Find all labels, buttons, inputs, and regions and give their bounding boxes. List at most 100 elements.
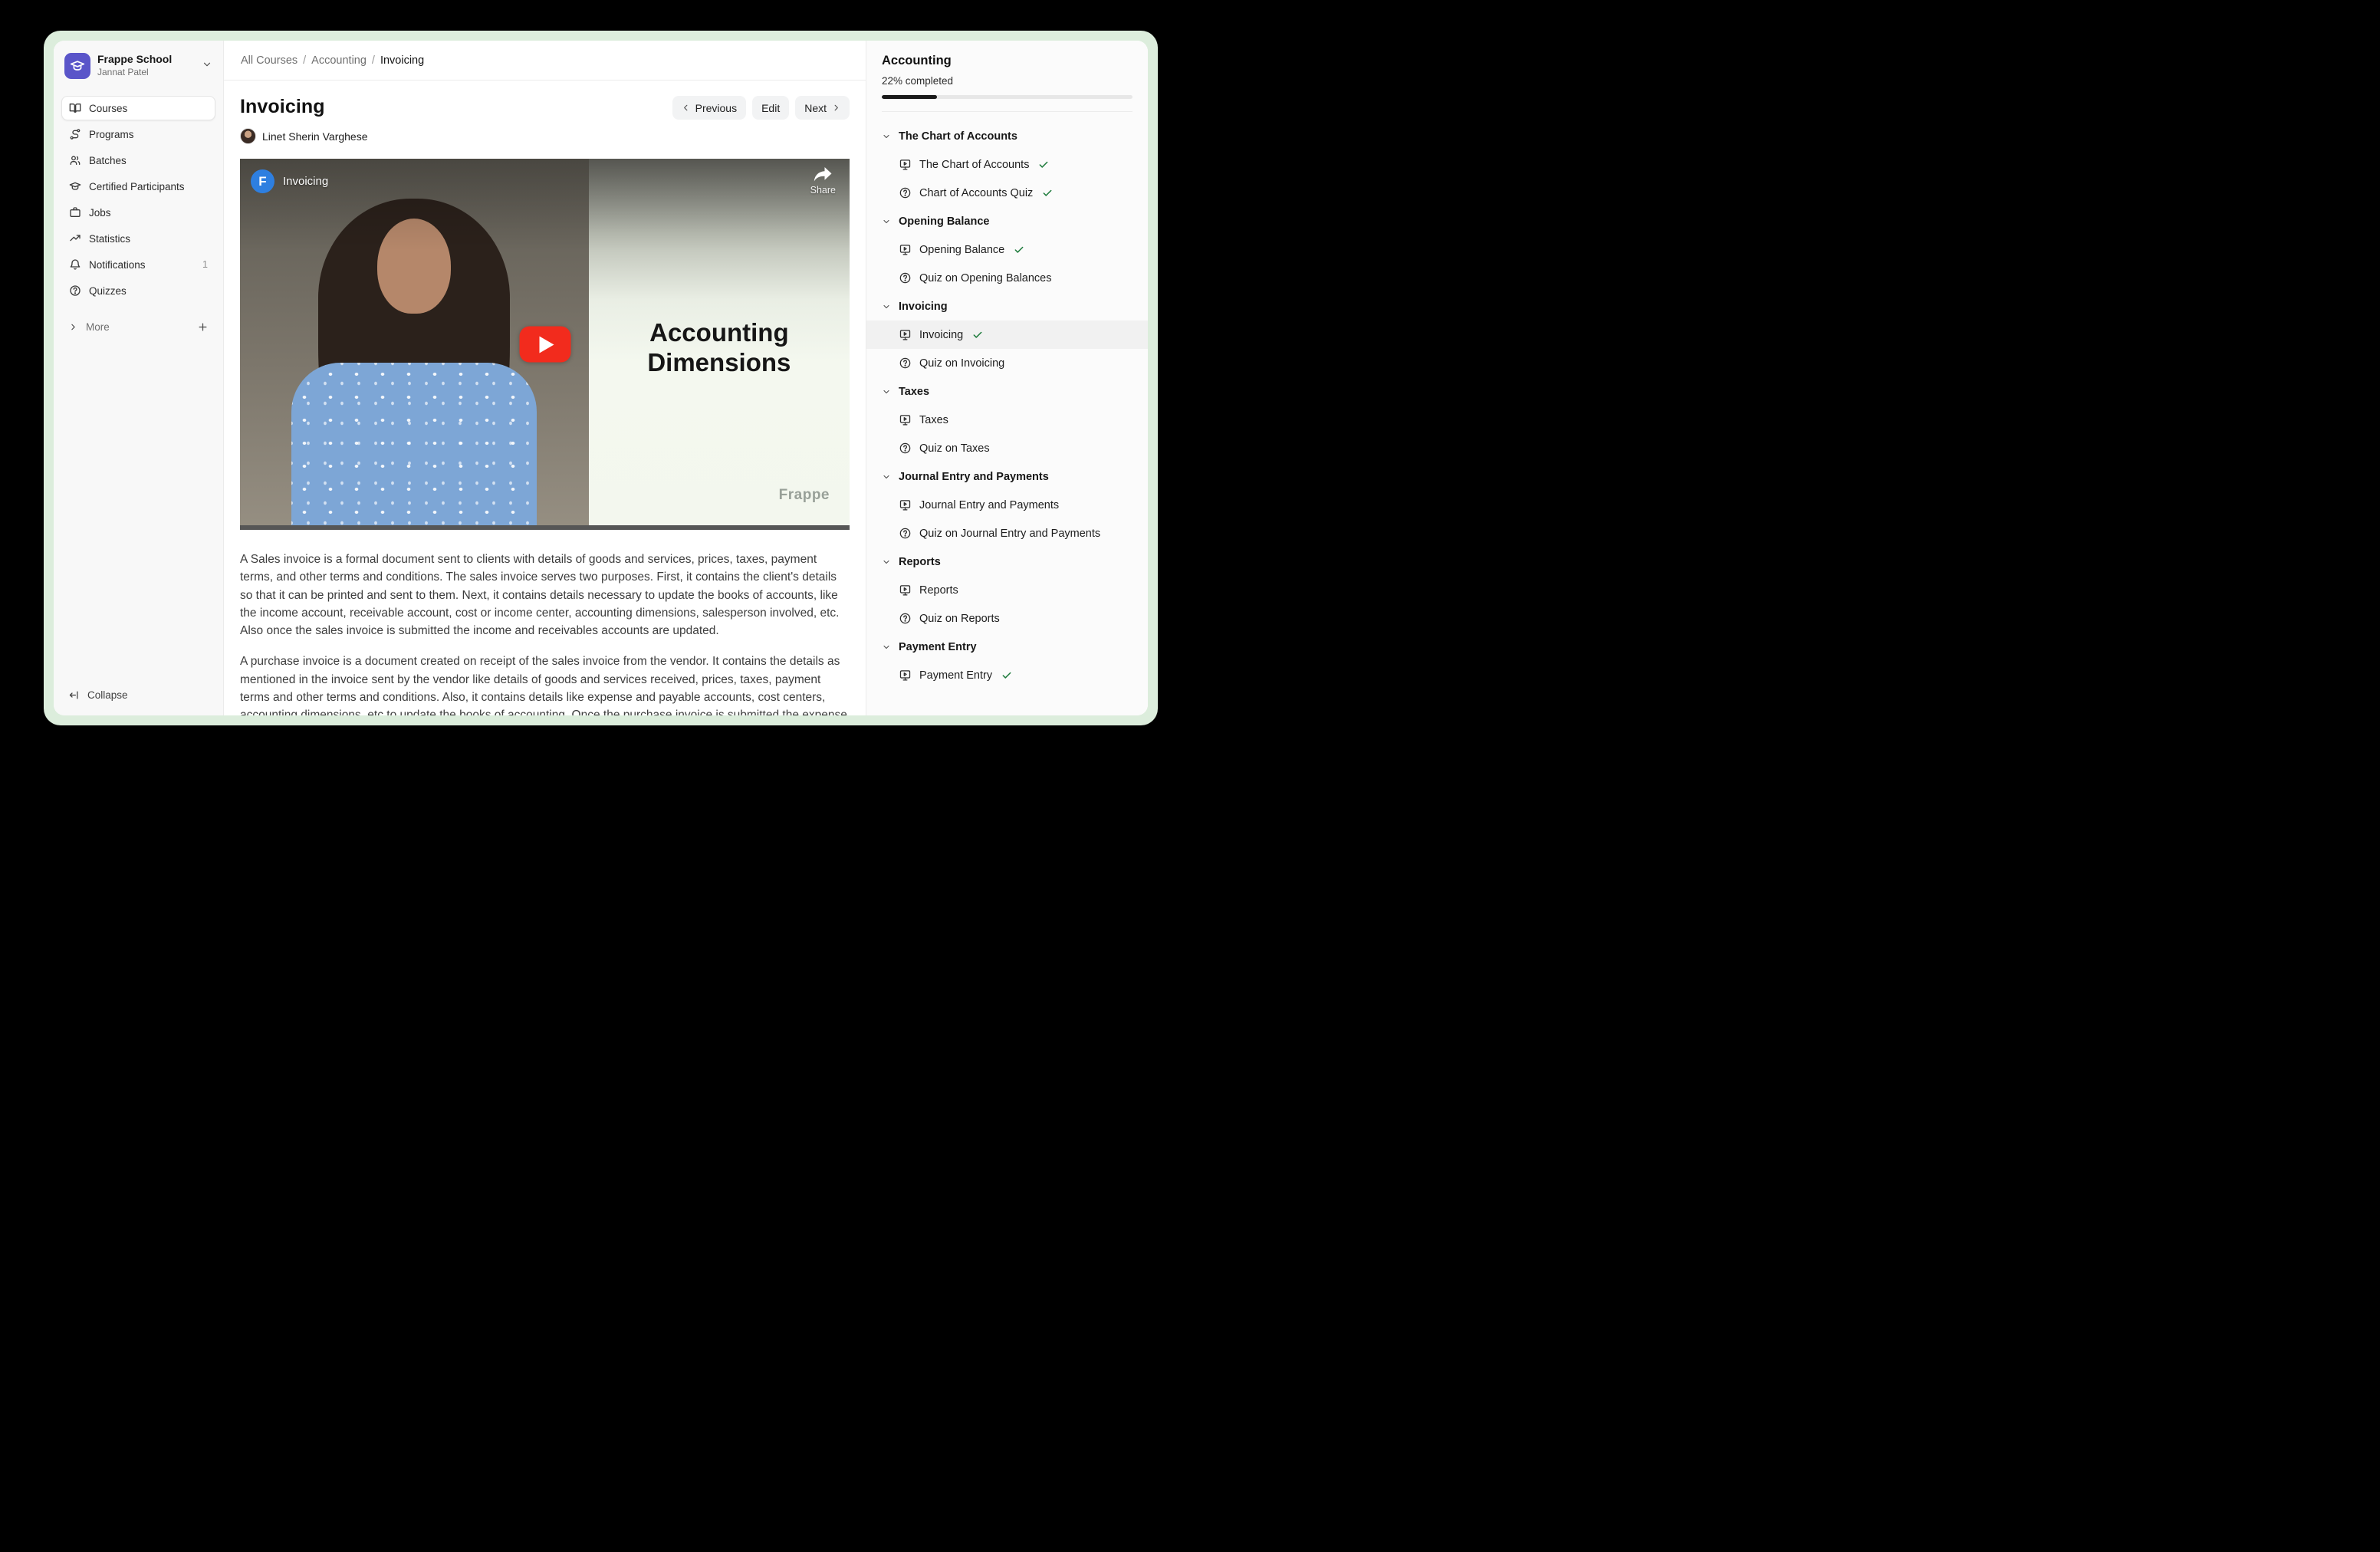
sidebar-item-quizzes[interactable]: Quizzes [61,278,215,303]
author-avatar [240,128,256,144]
lesson-item-invoicing[interactable]: Invoicing [866,321,1148,349]
progress-label: 22% completed [882,75,1132,87]
notification-count-badge: 1 [202,259,208,270]
chevron-down-icon [882,643,891,652]
quiz-item-chart-of-accounts-quiz[interactable]: Chart of Accounts Quiz [866,179,1148,207]
lesson-item-reports[interactable]: Reports [866,576,1148,604]
lesson-item-the-chart-of-accounts[interactable]: The Chart of Accounts [866,150,1148,179]
lesson-paragraph-2: A purchase invoice is a document created… [240,653,850,715]
page-background: Frappe School Jannat Patel Courses Progra… [0,0,1190,776]
brand-title: Frappe School [97,53,195,66]
item-label: Quiz on Journal Entry and Payments [919,528,1100,540]
sidebar-item-label: Jobs [89,207,111,219]
video-title[interactable]: Invoicing [283,175,328,188]
slide-title-line2: Dimensions [589,348,850,378]
chapter-row-opening-balance[interactable]: Opening Balance [866,207,1148,235]
share-icon [813,166,833,183]
item-label: Taxes [919,414,948,426]
chevron-down-icon [882,302,891,311]
chapter-title: Invoicing [899,301,948,313]
sidebar-item-jobs[interactable]: Jobs [61,200,215,225]
share-label: Share [810,185,836,196]
lesson-item-payment-entry[interactable]: Payment Entry [866,661,1148,689]
chapter-title: Payment Entry [899,641,977,653]
play-icon [539,336,554,353]
sidebar-item-label: Batches [89,155,127,166]
more-label: More [86,321,110,333]
chapter-row-reports[interactable]: Reports [866,547,1148,576]
sidebar-item-label: Quizzes [89,285,127,297]
sidebar-item-label: Courses [89,103,127,114]
sidebar-item-label: Programs [89,129,134,140]
collapse-sidebar-button[interactable]: Collapse [61,683,135,706]
lesson-item-taxes[interactable]: Taxes [866,406,1148,434]
lesson-icon [899,243,912,256]
video-slide: Accounting Dimensions Frappe [589,159,850,530]
chevron-down-icon [882,557,891,567]
chevron-down-icon [882,387,891,396]
plus-icon[interactable] [197,321,209,333]
quiz-item-quiz-on-taxes[interactable]: Quiz on Taxes [866,434,1148,462]
chapter-row-journal-entry-and-payments[interactable]: Journal Entry and Payments [866,462,1148,491]
workspace-switcher[interactable]: Frappe School Jannat Patel [61,48,215,84]
edit-label: Edit [761,102,780,114]
chevron-down-icon [882,217,891,226]
briefcase-icon [69,206,81,219]
item-label: Quiz on Reports [919,613,1000,625]
lesson-item-journal-entry-and-payments[interactable]: Journal Entry and Payments [866,491,1148,519]
edit-button[interactable]: Edit [752,96,789,120]
sidebar-item-notifications[interactable]: Notifications1 [61,252,215,277]
lesson-header: Invoicing Previous Edit Next [240,96,850,120]
graduation-cap-icon [69,180,81,192]
item-label: Quiz on Opening Balances [919,272,1052,284]
lesson-item-opening-balance[interactable]: Opening Balance [866,235,1148,264]
chapter-row-payment-entry[interactable]: Payment Entry [866,633,1148,661]
chapter-title: Journal Entry and Payments [899,471,1049,483]
frappe-watermark: Frappe [779,487,830,504]
sidebar-item-batches[interactable]: Batches [61,148,215,173]
item-label: Journal Entry and Payments [919,499,1059,511]
quiz-item-quiz-on-opening-balances[interactable]: Quiz on Opening Balances [866,264,1148,292]
share-button[interactable]: Share [810,166,836,196]
author-name: Linet Sherin Varghese [262,130,368,143]
lesson-icon [899,158,912,171]
sidebar-item-courses[interactable]: Courses [61,96,215,120]
breadcrumb-separator: / [303,54,306,67]
breadcrumb: All Courses/Accounting/Invoicing [224,41,866,81]
chapter-title: Taxes [899,386,929,398]
chevron-right-icon [832,104,840,112]
chevron-right-icon [68,322,78,332]
quiz-item-quiz-on-reports[interactable]: Quiz on Reports [866,604,1148,633]
play-button[interactable] [519,327,570,363]
sidebar-nav: Courses Programs Batches Certified Particip… [61,96,215,303]
breadcrumb-link[interactable]: Accounting [311,54,367,67]
next-label: Next [804,102,827,114]
chapter-row-taxes[interactable]: Taxes [866,377,1148,406]
channel-avatar[interactable]: F [251,169,274,193]
item-label: Quiz on Taxes [919,442,990,455]
chevron-down-icon [202,59,212,74]
breadcrumb-link[interactable]: All Courses [241,54,298,67]
video-player[interactable]: Accounting Dimensions Frappe F Invoicing [240,159,850,530]
quiz-icon [899,271,912,284]
sidebar-item-certified-participants[interactable]: Certified Participants [61,174,215,199]
video-progress-bar[interactable] [240,525,850,530]
quiz-item-quiz-on-journal-entry-and-payments[interactable]: Quiz on Journal Entry and Payments [866,519,1148,547]
left-sidebar: Frappe School Jannat Patel Courses Progra… [54,41,224,715]
previous-button[interactable]: Previous [672,96,746,120]
chapter-row-the-chart-of-accounts[interactable]: The Chart of Accounts [866,122,1148,150]
app-frame: Frappe School Jannat Patel Courses Progra… [44,31,1158,725]
chevron-left-icon [682,104,690,112]
sidebar-item-statistics[interactable]: Statistics [61,226,215,251]
users-icon [69,154,81,166]
quiz-icon [899,357,912,370]
quiz-icon [899,186,912,199]
sidebar-item-programs[interactable]: Programs [61,122,215,146]
lesson-actions: Previous Edit Next [672,96,850,120]
quiz-item-quiz-on-invoicing[interactable]: Quiz on Invoicing [866,349,1148,377]
next-button[interactable]: Next [795,96,850,120]
chapter-row-invoicing[interactable]: Invoicing [866,292,1148,321]
chevron-down-icon [882,472,891,482]
chapter-title: Reports [899,556,941,568]
sidebar-item-more[interactable]: More [61,315,215,338]
